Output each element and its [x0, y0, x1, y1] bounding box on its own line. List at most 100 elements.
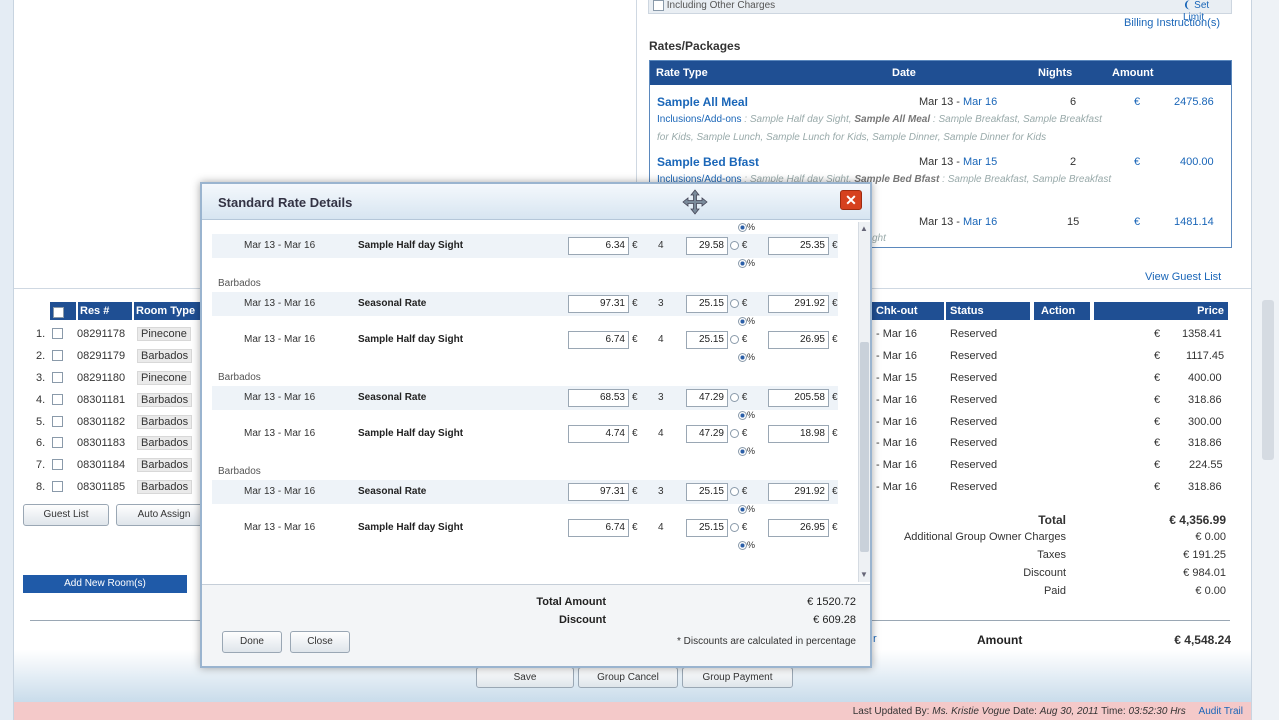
row-checkbox[interactable]	[52, 350, 63, 361]
discount-input[interactable]: 25.15	[686, 519, 728, 537]
rate-input[interactable]: 4.74	[568, 425, 629, 443]
row-checkbox[interactable]	[52, 481, 63, 492]
row-checkbox[interactable]	[52, 394, 63, 405]
status-text: Reserved	[950, 328, 998, 340]
price-currency: €	[1154, 437, 1161, 449]
currency-radio[interactable]	[730, 334, 739, 344]
discount-input[interactable]: 25.15	[686, 295, 728, 313]
scrollbar-thumb[interactable]	[860, 342, 869, 552]
row-checkbox[interactable]	[52, 437, 63, 448]
discount-input[interactable]: 47.29	[686, 425, 728, 443]
currency-radio[interactable]	[730, 522, 739, 532]
close-button[interactable]: Close	[290, 631, 350, 653]
percent-option[interactable]: %	[738, 410, 755, 421]
billing-instructions-link[interactable]: Billing Instruction(s)	[1124, 17, 1220, 29]
row-checkbox[interactable]	[52, 328, 63, 339]
rate-name-link[interactable]: Sample All Meal	[657, 95, 748, 109]
select-all-checkbox[interactable]	[53, 307, 64, 319]
chk-out-date[interactable]: - Mar 16	[876, 350, 917, 362]
percent-radio[interactable]	[738, 505, 747, 515]
scroll-up-icon[interactable]: ▲	[860, 224, 868, 233]
total-input[interactable]: 26.95	[768, 519, 829, 537]
percent-option[interactable]: %	[738, 222, 755, 233]
percent-option[interactable]: %	[738, 352, 755, 363]
currency-option[interactable]: €	[730, 522, 747, 533]
total-currency: €	[832, 486, 838, 497]
rate-input[interactable]: 97.31	[568, 295, 629, 313]
status-text: Reserved	[950, 416, 998, 428]
currency-radio[interactable]	[730, 428, 739, 438]
currency-option[interactable]: €	[730, 486, 747, 497]
rate-input[interactable]: 6.74	[568, 331, 629, 349]
percent-radio[interactable]	[738, 317, 747, 327]
move-icon[interactable]	[682, 189, 708, 215]
total-input[interactable]: 25.35	[768, 237, 829, 255]
rate-name-link[interactable]: Sample Bed Bfast	[657, 155, 759, 169]
group-cancel-button[interactable]: Group Cancel	[578, 667, 678, 688]
res-header: Res #	[78, 302, 132, 320]
percent-option[interactable]: %	[738, 446, 755, 457]
total-input[interactable]: 291.92	[768, 483, 829, 501]
total-input[interactable]: 205.58	[768, 389, 829, 407]
nights-count: 4	[658, 334, 664, 345]
chk-out-date[interactable]: - Mar 16	[876, 437, 917, 449]
rate-row-name: Seasonal Rate	[358, 486, 427, 497]
percent-option[interactable]: %	[738, 504, 755, 515]
scroll-down-icon[interactable]: ▼	[860, 570, 868, 579]
currency-radio[interactable]	[730, 240, 739, 250]
rate-input[interactable]: 6.74	[568, 519, 629, 537]
add-new-rooms-button[interactable]: Add New Room(s)	[23, 575, 187, 593]
row-checkbox[interactable]	[52, 416, 63, 427]
dialog-header[interactable]: Standard Rate Details ✕	[202, 184, 870, 220]
currency-radio[interactable]	[730, 392, 739, 402]
percent-radio[interactable]	[738, 411, 747, 421]
audit-trail-link[interactable]: Audit Trail	[1199, 706, 1243, 717]
dialog-scrollbar[interactable]: ▲ ▼	[858, 222, 870, 582]
total-input[interactable]: 18.98	[768, 425, 829, 443]
rate-input[interactable]: 97.31	[568, 483, 629, 501]
chk-out-date[interactable]: - Mar 15	[876, 372, 917, 384]
discount-input[interactable]: 29.58	[686, 237, 728, 255]
done-button[interactable]: Done	[222, 631, 282, 653]
chk-out-date[interactable]: - Mar 16	[876, 416, 917, 428]
total-input[interactable]: 26.95	[768, 331, 829, 349]
guest-list-button[interactable]: Guest List	[23, 504, 109, 526]
total-input[interactable]: 291.92	[768, 295, 829, 313]
percent-radio[interactable]	[738, 223, 747, 233]
view-guest-list-link[interactable]: View Guest List	[1145, 271, 1221, 283]
currency-radio[interactable]	[730, 486, 739, 496]
chk-out-date[interactable]: - Mar 16	[876, 481, 917, 493]
percent-radio[interactable]	[738, 447, 747, 457]
percent-radio[interactable]	[738, 541, 747, 551]
chk-out-date[interactable]: - Mar 16	[876, 328, 917, 340]
row-checkbox[interactable]	[52, 459, 63, 470]
rate-input[interactable]: 68.53	[568, 389, 629, 407]
percent-option[interactable]: %	[738, 258, 755, 269]
rate-currency: €	[632, 334, 638, 345]
discount-input[interactable]: 25.15	[686, 331, 728, 349]
percent-radio[interactable]	[738, 353, 747, 363]
percent-radio[interactable]	[738, 259, 747, 269]
chk-out-date[interactable]: - Mar 16	[876, 459, 917, 471]
currency-option[interactable]: €	[730, 392, 747, 403]
close-icon[interactable]: ✕	[840, 190, 862, 210]
percent-option[interactable]: %	[738, 540, 755, 551]
currency-option[interactable]: €	[730, 334, 747, 345]
other-charges-checkbox[interactable]	[653, 0, 664, 11]
chk-out-date[interactable]: - Mar 16	[876, 394, 917, 406]
auto-assign-button[interactable]: Auto Assign	[116, 504, 212, 526]
percent-option[interactable]: %	[738, 316, 755, 327]
row-number: 5.	[36, 416, 46, 428]
discount-input[interactable]: 25.15	[686, 483, 728, 501]
group-payment-button[interactable]: Group Payment	[682, 667, 793, 688]
currency-option[interactable]: €	[730, 298, 747, 309]
row-checkbox[interactable]	[52, 372, 63, 383]
rate-input[interactable]: 6.34	[568, 237, 629, 255]
currency-option[interactable]: €	[730, 240, 747, 251]
page-scrollbar[interactable]	[1262, 300, 1274, 460]
partial-link[interactable]: r	[873, 633, 877, 645]
save-button[interactable]: Save	[476, 667, 574, 688]
currency-option[interactable]: €	[730, 428, 747, 439]
currency-radio[interactable]	[730, 298, 739, 308]
discount-input[interactable]: 47.29	[686, 389, 728, 407]
